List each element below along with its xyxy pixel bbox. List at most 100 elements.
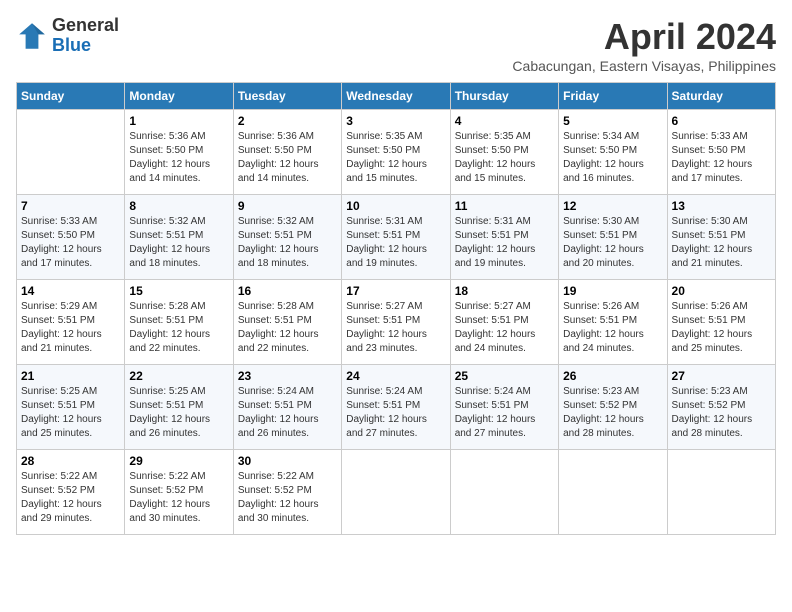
day-info: Sunrise: 5:24 AM Sunset: 5:51 PM Dayligh…: [238, 385, 337, 441]
day-number: 28: [21, 454, 120, 468]
calendar-header-row: SundayMondayTuesdayWednesdayThursdayFrid…: [17, 83, 776, 110]
day-number: 29: [129, 454, 228, 468]
calendar-day-cell: 27 Sunrise: 5:23 AM Sunset: 5:52 PM Dayli…: [667, 365, 775, 450]
calendar-day-cell: 9Sunrise: 5:32 AM Sunset: 5:51 PM Daylig…: [233, 195, 341, 280]
day-info: Sunrise: 5:31 AM Sunset: 5:51 PM Dayligh…: [346, 215, 445, 271]
calendar-table: SundayMondayTuesdayWednesdayThursdayFrid…: [16, 82, 776, 535]
calendar-day-cell: 12 Sunrise: 5:30 AM Sunset: 5:51 PM Dayli…: [559, 195, 667, 280]
day-number: 20: [672, 284, 771, 298]
day-number: 22: [129, 369, 228, 383]
calendar-day-cell: 30Sunrise: 5:22 AM Sunset: 5:52 PM Dayli…: [233, 450, 341, 535]
day-info: Sunrise: 5:36 AM Sunset: 5:50 PM Dayligh…: [238, 130, 337, 186]
day-number: 8: [129, 199, 228, 213]
logo-icon: [16, 20, 48, 52]
day-info: Sunrise: 5:30 AM Sunset: 5:51 PM Dayligh…: [563, 215, 662, 271]
calendar-week-row: 7 Sunrise: 5:33 AM Sunset: 5:50 PM Daylig…: [17, 195, 776, 280]
day-number: 16: [238, 284, 337, 298]
calendar-week-row: 28 Sunrise: 5:22 AM Sunset: 5:52 PM Dayli…: [17, 450, 776, 535]
day-info: Sunrise: 5:35 AM Sunset: 5:50 PM Dayligh…: [455, 130, 554, 186]
day-info: Sunrise: 5:23 AM Sunset: 5:52 PM Dayligh…: [672, 385, 771, 441]
day-number: 21: [21, 369, 120, 383]
day-info: Sunrise: 5:22 AM Sunset: 5:52 PM Dayligh…: [238, 470, 337, 526]
calendar-day-cell: 28Sunrise: 5:22 AM Sunset: 5:52 PM Dayli…: [17, 450, 125, 535]
calendar-day-cell: 23Sunrise: 5:24 AM Sunset: 5:51 PM Dayli…: [233, 365, 341, 450]
day-number: 13: [672, 199, 771, 213]
calendar-day-cell: 1 Sunrise: 5:36 AM Sunset: 5:50 PM Daylig…: [125, 110, 233, 195]
month-year-title: April 2024: [512, 16, 776, 58]
day-info: Sunrise: 5:29 AM Sunset: 5:51 PM Dayligh…: [21, 300, 120, 356]
calendar-day-cell: 21 Sunrise: 5:25 AM Sunset: 5:51 PM Dayli…: [17, 365, 125, 450]
day-info: Sunrise: 5:24 AM Sunset: 5:51 PM Dayligh…: [455, 385, 554, 441]
calendar-week-row: 21 Sunrise: 5:25 AM Sunset: 5:51 PM Dayli…: [17, 365, 776, 450]
day-number: 24: [346, 369, 445, 383]
weekday-header: Friday: [559, 83, 667, 110]
day-number: 4: [455, 114, 554, 128]
calendar-day-cell: [17, 110, 125, 195]
day-info: Sunrise: 5:32 AM Sunset: 5:51 PM Dayligh…: [129, 215, 228, 271]
calendar-day-cell: 20 Sunrise: 5:26 AM Sunset: 5:51 PM Dayli…: [667, 280, 775, 365]
calendar-day-cell: 29 Sunrise: 5:22 AM Sunset: 5:52 PM Dayli…: [125, 450, 233, 535]
location-subtitle: Cabacungan, Eastern Visayas, Philippines: [512, 58, 776, 74]
day-info: Sunrise: 5:34 AM Sunset: 5:50 PM Dayligh…: [563, 130, 662, 186]
day-info: Sunrise: 5:35 AM Sunset: 5:50 PM Dayligh…: [346, 130, 445, 186]
calendar-day-cell: 14Sunrise: 5:29 AM Sunset: 5:51 PM Dayli…: [17, 280, 125, 365]
logo-text: General Blue: [52, 16, 119, 56]
weekday-header: Wednesday: [342, 83, 450, 110]
calendar-day-cell: [559, 450, 667, 535]
day-info: Sunrise: 5:33 AM Sunset: 5:50 PM Dayligh…: [21, 215, 120, 271]
day-number: 12: [563, 199, 662, 213]
calendar-day-cell: 3Sunrise: 5:35 AM Sunset: 5:50 PM Daylig…: [342, 110, 450, 195]
calendar-week-row: 14Sunrise: 5:29 AM Sunset: 5:51 PM Dayli…: [17, 280, 776, 365]
calendar-day-cell: 19Sunrise: 5:26 AM Sunset: 5:51 PM Dayli…: [559, 280, 667, 365]
calendar-day-cell: [450, 450, 558, 535]
day-number: 5: [563, 114, 662, 128]
weekday-header: Thursday: [450, 83, 558, 110]
day-number: 18: [455, 284, 554, 298]
weekday-header: Tuesday: [233, 83, 341, 110]
day-info: Sunrise: 5:32 AM Sunset: 5:51 PM Dayligh…: [238, 215, 337, 271]
day-info: Sunrise: 5:28 AM Sunset: 5:51 PM Dayligh…: [238, 300, 337, 356]
day-info: Sunrise: 5:27 AM Sunset: 5:51 PM Dayligh…: [455, 300, 554, 356]
calendar-day-cell: 24 Sunrise: 5:24 AM Sunset: 5:51 PM Dayli…: [342, 365, 450, 450]
calendar-day-cell: 16 Sunrise: 5:28 AM Sunset: 5:51 PM Dayli…: [233, 280, 341, 365]
logo: General Blue: [16, 16, 119, 56]
day-info: Sunrise: 5:25 AM Sunset: 5:51 PM Dayligh…: [21, 385, 120, 441]
calendar-day-cell: 25 Sunrise: 5:24 AM Sunset: 5:51 PM Dayli…: [450, 365, 558, 450]
calendar-day-cell: 4 Sunrise: 5:35 AM Sunset: 5:50 PM Daylig…: [450, 110, 558, 195]
day-info: Sunrise: 5:30 AM Sunset: 5:51 PM Dayligh…: [672, 215, 771, 271]
day-number: 7: [21, 199, 120, 213]
calendar-day-cell: 8 Sunrise: 5:32 AM Sunset: 5:51 PM Daylig…: [125, 195, 233, 280]
calendar-day-cell: 22Sunrise: 5:25 AM Sunset: 5:51 PM Dayli…: [125, 365, 233, 450]
weekday-header: Monday: [125, 83, 233, 110]
day-number: 11: [455, 199, 554, 213]
calendar-day-cell: [667, 450, 775, 535]
day-info: Sunrise: 5:31 AM Sunset: 5:51 PM Dayligh…: [455, 215, 554, 271]
calendar-day-cell: 17Sunrise: 5:27 AM Sunset: 5:51 PM Dayli…: [342, 280, 450, 365]
calendar-day-cell: 18 Sunrise: 5:27 AM Sunset: 5:51 PM Dayli…: [450, 280, 558, 365]
day-number: 1: [129, 114, 228, 128]
day-number: 26: [563, 369, 662, 383]
day-info: Sunrise: 5:22 AM Sunset: 5:52 PM Dayligh…: [129, 470, 228, 526]
calendar-week-row: 1 Sunrise: 5:36 AM Sunset: 5:50 PM Daylig…: [17, 110, 776, 195]
day-number: 2: [238, 114, 337, 128]
page-header: General Blue April 2024 Cabacungan, East…: [16, 16, 776, 74]
calendar-day-cell: [342, 450, 450, 535]
day-number: 25: [455, 369, 554, 383]
weekday-header: Sunday: [17, 83, 125, 110]
weekday-header: Saturday: [667, 83, 775, 110]
calendar-day-cell: 15 Sunrise: 5:28 AM Sunset: 5:51 PM Dayli…: [125, 280, 233, 365]
day-info: Sunrise: 5:36 AM Sunset: 5:50 PM Dayligh…: [129, 130, 228, 186]
day-info: Sunrise: 5:26 AM Sunset: 5:51 PM Dayligh…: [672, 300, 771, 356]
calendar-day-cell: 13 Sunrise: 5:30 AM Sunset: 5:51 PM Dayli…: [667, 195, 775, 280]
day-number: 6: [672, 114, 771, 128]
calendar-day-cell: 2 Sunrise: 5:36 AM Sunset: 5:50 PM Daylig…: [233, 110, 341, 195]
day-number: 19: [563, 284, 662, 298]
day-number: 15: [129, 284, 228, 298]
day-info: Sunrise: 5:24 AM Sunset: 5:51 PM Dayligh…: [346, 385, 445, 441]
day-number: 27: [672, 369, 771, 383]
day-info: Sunrise: 5:23 AM Sunset: 5:52 PM Dayligh…: [563, 385, 662, 441]
day-info: Sunrise: 5:28 AM Sunset: 5:51 PM Dayligh…: [129, 300, 228, 356]
day-info: Sunrise: 5:33 AM Sunset: 5:50 PM Dayligh…: [672, 130, 771, 186]
calendar-day-cell: 10Sunrise: 5:31 AM Sunset: 5:51 PM Dayli…: [342, 195, 450, 280]
calendar-day-cell: 5 Sunrise: 5:34 AM Sunset: 5:50 PM Daylig…: [559, 110, 667, 195]
